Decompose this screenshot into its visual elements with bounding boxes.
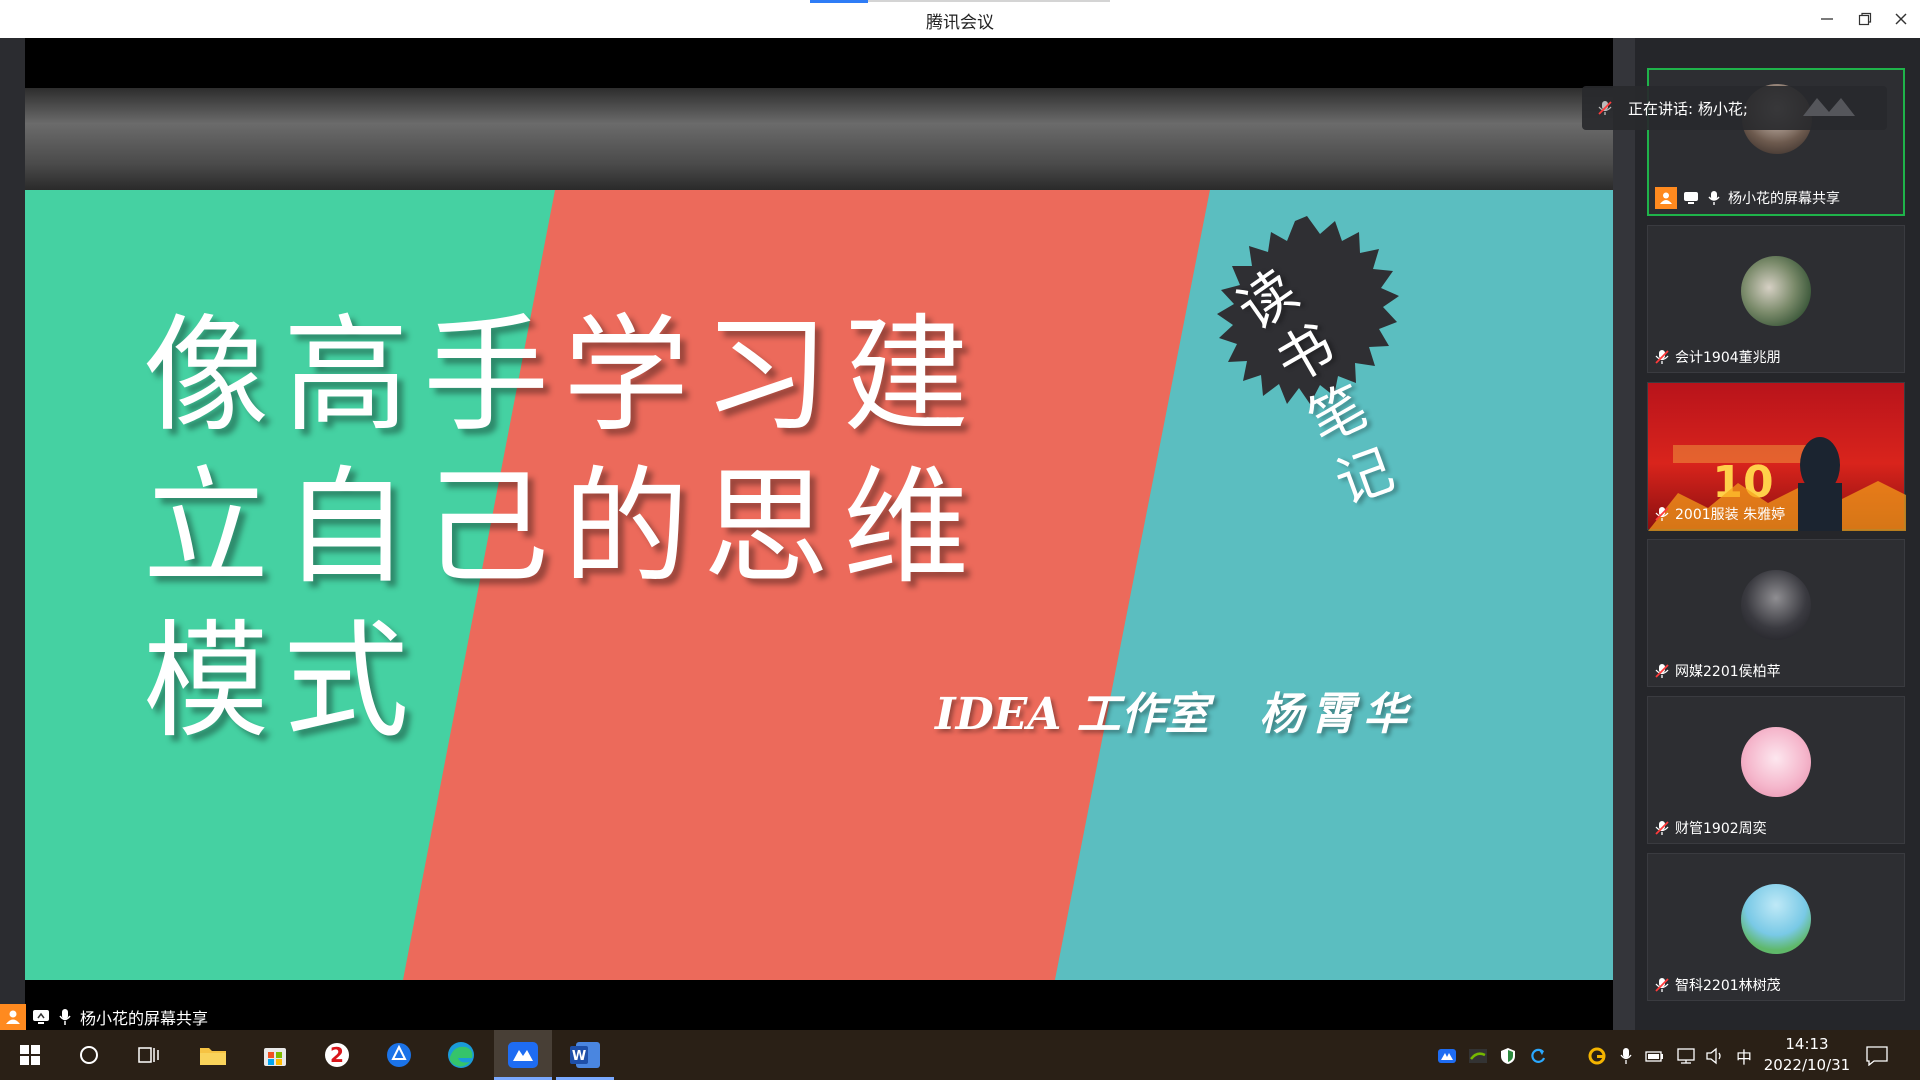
battery-icon[interactable]	[1644, 1045, 1666, 1067]
screen-share-icon	[1682, 189, 1700, 207]
participant-name-row: 2001服装 朱雅婷	[1654, 504, 1785, 524]
participant-name: 网媒2201侯柏苹	[1675, 664, 1781, 680]
participant-name: 财管1902周奕	[1675, 821, 1767, 837]
minimize-icon[interactable]	[1812, 6, 1842, 32]
network-icon[interactable]	[1675, 1045, 1697, 1067]
participant-name-row: 智科2201林树茂	[1654, 975, 1781, 995]
input-method-indicator[interactable]: 中	[1733, 1045, 1755, 1067]
microphone-icon	[1705, 189, 1723, 207]
participant-avatar	[1741, 256, 1811, 326]
window-title: 腾讯会议	[926, 13, 994, 33]
title-accent	[810, 0, 868, 3]
windows-start-icon[interactable]	[12, 1038, 48, 1072]
slide-author: 杨霄华	[1259, 689, 1415, 740]
participant-name-row: 网媒2201侯柏苹	[1654, 661, 1781, 681]
speaking-indicator: 正在讲话: 杨小花;	[1582, 86, 1887, 130]
participant-name: 2001服装 朱雅婷	[1675, 507, 1786, 523]
participant-name-row: 会计1904董兆朋	[1654, 347, 1781, 367]
participant-tile[interactable]: 会计1904董兆朋	[1647, 225, 1905, 373]
edge-browser-icon[interactable]	[443, 1038, 479, 1072]
microphone-tray-icon[interactable]	[1615, 1045, 1637, 1067]
tencent-meeting-tray-icon[interactable]	[1436, 1045, 1458, 1067]
security-shield-icon[interactable]	[1497, 1045, 1519, 1067]
participant-avatar	[1741, 727, 1811, 797]
search-icon[interactable]	[71, 1038, 107, 1072]
clock-time: 14:13	[1785, 1035, 1829, 1053]
participant-tile[interactable]: 财管1902周奕	[1647, 696, 1905, 844]
presentation-slide: 像高手学习建 立自己的思维 模式 读 书 笔 记 IDEA 工作室 杨霄华	[25, 190, 1613, 980]
speaking-label: 正在讲话: 杨小花;	[1628, 99, 1748, 118]
app-2345-icon[interactable]: 2	[319, 1038, 355, 1072]
participant-tile[interactable]: 智科2201林树茂	[1647, 853, 1905, 1001]
participant-tile[interactable]: 10 2001服装 朱雅婷	[1647, 382, 1906, 531]
title-accent-track	[868, 0, 1110, 2]
participant-name: 会计1904董兆朋	[1675, 350, 1781, 366]
mic-muted-icon	[1582, 100, 1628, 116]
screen-share-icon	[32, 1008, 50, 1026]
participant-name-row: 财管1902周奕	[1654, 818, 1767, 838]
share-owner-name: 杨小花的屏幕共享	[80, 1009, 209, 1028]
close-icon[interactable]	[1886, 6, 1916, 32]
notification-icon[interactable]	[1866, 1045, 1888, 1067]
participant-panel: 杨小花的屏幕共享 会计1904董兆朋 10 2001服装 朱雅婷 网媒2201侯…	[1635, 38, 1920, 1030]
slide-title-line-3: 模式	[143, 608, 423, 755]
mic-muted-icon	[1654, 820, 1670, 836]
share-owner-label: 杨小花的屏幕共享	[0, 1004, 208, 1030]
meeting-area: 像高手学习建 立自己的思维 模式 读 书 笔 记 IDEA 工作室 杨霄华 杨小…	[0, 38, 1920, 1030]
tencent-meeting-icon[interactable]	[505, 1038, 541, 1072]
participant-name-row: 杨小花的屏幕共享	[1655, 187, 1840, 209]
task-view-icon[interactable]	[131, 1038, 167, 1072]
shared-window-toolbar	[25, 88, 1613, 190]
mic-muted-icon	[1654, 977, 1670, 993]
panel-divider[interactable]	[1613, 38, 1635, 1030]
left-gutter	[0, 38, 25, 1030]
taskbar: 2 W 中 14:13 2022/10/31	[0, 1030, 1920, 1080]
word-icon[interactable]: W	[567, 1038, 603, 1072]
google-icon[interactable]	[1586, 1045, 1608, 1067]
store-icon[interactable]	[257, 1038, 293, 1072]
participant-name: 智科2201林树茂	[1675, 978, 1781, 994]
clock-date: 2022/10/31	[1763, 1056, 1851, 1074]
host-person-icon	[0, 1004, 26, 1030]
svg-text:W: W	[572, 1049, 586, 1064]
system-clock[interactable]: 14:13 2022/10/31	[1754, 1034, 1860, 1076]
mic-muted-icon	[1654, 506, 1670, 522]
svg-text:2: 2	[330, 1043, 344, 1067]
participant-tile[interactable]: 网媒2201侯柏苹	[1647, 539, 1905, 687]
app-blue-icon[interactable]	[381, 1038, 417, 1072]
participant-avatar	[1741, 570, 1811, 640]
slide-studio: IDEA 工作室	[935, 689, 1209, 740]
mic-muted-icon	[1654, 349, 1670, 365]
title-bar: 腾讯会议	[0, 0, 1920, 38]
host-person-icon	[1655, 187, 1677, 209]
sync-icon[interactable]	[1527, 1045, 1549, 1067]
participant-name: 杨小花的屏幕共享	[1728, 191, 1840, 207]
tencent-meeting-logo-icon	[1801, 94, 1857, 122]
microphone-icon	[56, 1008, 74, 1026]
volume-icon[interactable]	[1704, 1045, 1726, 1067]
mic-muted-icon	[1654, 663, 1670, 679]
restore-icon[interactable]	[1850, 6, 1880, 32]
participant-avatar	[1741, 884, 1811, 954]
screen-share-view[interactable]: 像高手学习建 立自己的思维 模式 读 书 笔 记 IDEA 工作室 杨霄华	[25, 38, 1613, 1030]
file-explorer-icon[interactable]	[195, 1038, 231, 1072]
nvidia-icon[interactable]	[1467, 1045, 1489, 1067]
